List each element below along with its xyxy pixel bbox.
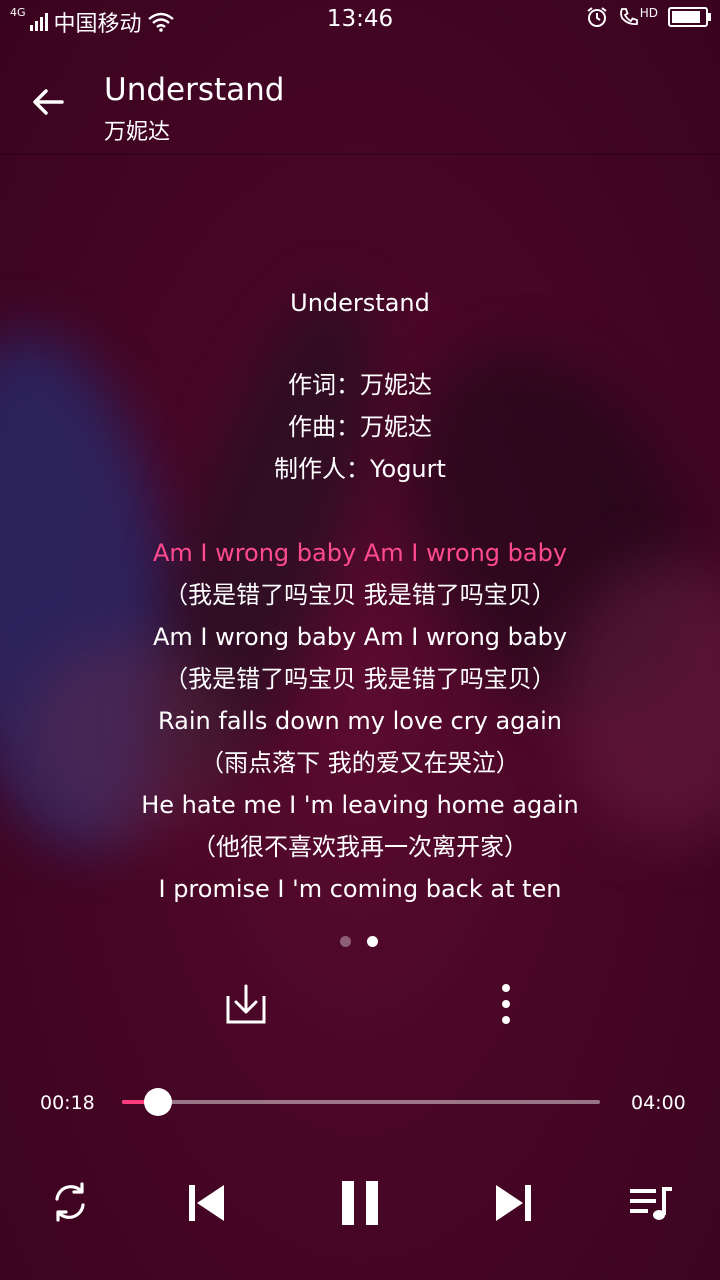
page-indicator	[340, 936, 378, 947]
pause-icon	[342, 1181, 378, 1225]
total-duration: 04:00	[631, 1092, 686, 1114]
lyric-line: （我是错了吗宝贝 我是错了吗宝贝）	[164, 665, 556, 693]
skip-previous-icon	[189, 1185, 224, 1221]
previous-button[interactable]	[182, 1180, 230, 1226]
download-icon	[226, 984, 266, 1024]
elapsed-time: 00:18	[40, 1092, 95, 1114]
hd-call-icon	[619, 8, 638, 26]
player-header: Understand 万妮达	[0, 50, 720, 155]
page-dot[interactable]	[340, 936, 351, 947]
download-button[interactable]	[220, 978, 272, 1030]
skip-next-icon	[496, 1185, 531, 1221]
lyric-line: （雨点落下 我的爱又在哭泣）	[200, 749, 520, 777]
next-button[interactable]	[490, 1180, 538, 1226]
seek-thumb[interactable]	[143, 1088, 172, 1116]
artist-name[interactable]: 万妮达	[104, 114, 170, 146]
lyrics-credit: 制作人：Yogurt	[274, 455, 446, 483]
current-lyric-line: Am I wrong baby Am I wrong baby	[152, 539, 568, 567]
hd-label: HD	[639, 6, 658, 20]
lyric-line: （他很不喜欢我再一次离开家）	[192, 833, 528, 861]
pause-button[interactable]	[336, 1178, 384, 1228]
lyrics-panel[interactable]: Understand 作词：万妮达 作曲：万妮达 制作人：Yogurt Am I…	[0, 282, 720, 910]
status-bar: 4G 中国移动 13:46 HD	[0, 0, 720, 40]
seek-bar[interactable]	[122, 1088, 600, 1116]
more-options-button[interactable]	[484, 978, 528, 1030]
song-title: Understand	[104, 72, 285, 108]
lyric-line: Rain falls down my love cry again	[158, 707, 562, 735]
alarm-icon	[587, 7, 607, 27]
lyric-line: He hate me I 'm leaving home again	[141, 791, 579, 819]
lyric-lines: Am I wrong baby Am I wrong baby （我是错了吗宝贝…	[0, 532, 720, 910]
lyrics-credit: 作曲：万妮达	[288, 413, 432, 441]
page-dot[interactable]	[367, 936, 378, 947]
repeat-icon	[55, 1182, 85, 1222]
playlist-button[interactable]	[626, 1180, 676, 1226]
lyrics-credit: 作词：万妮达	[288, 371, 432, 399]
arrow-left-icon[interactable]	[26, 80, 70, 124]
more-vertical-icon	[502, 984, 510, 1024]
repeat-button[interactable]	[46, 1178, 94, 1226]
lyric-line: （我是错了吗宝贝 我是错了吗宝贝）	[164, 581, 556, 609]
battery-icon	[668, 7, 711, 27]
lyrics-song-title: Understand	[290, 289, 430, 317]
lyric-line: Am I wrong baby Am I wrong baby	[152, 623, 568, 651]
lyric-line: I promise I 'm coming back at ten	[158, 875, 562, 903]
playlist-icon	[630, 1187, 672, 1220]
